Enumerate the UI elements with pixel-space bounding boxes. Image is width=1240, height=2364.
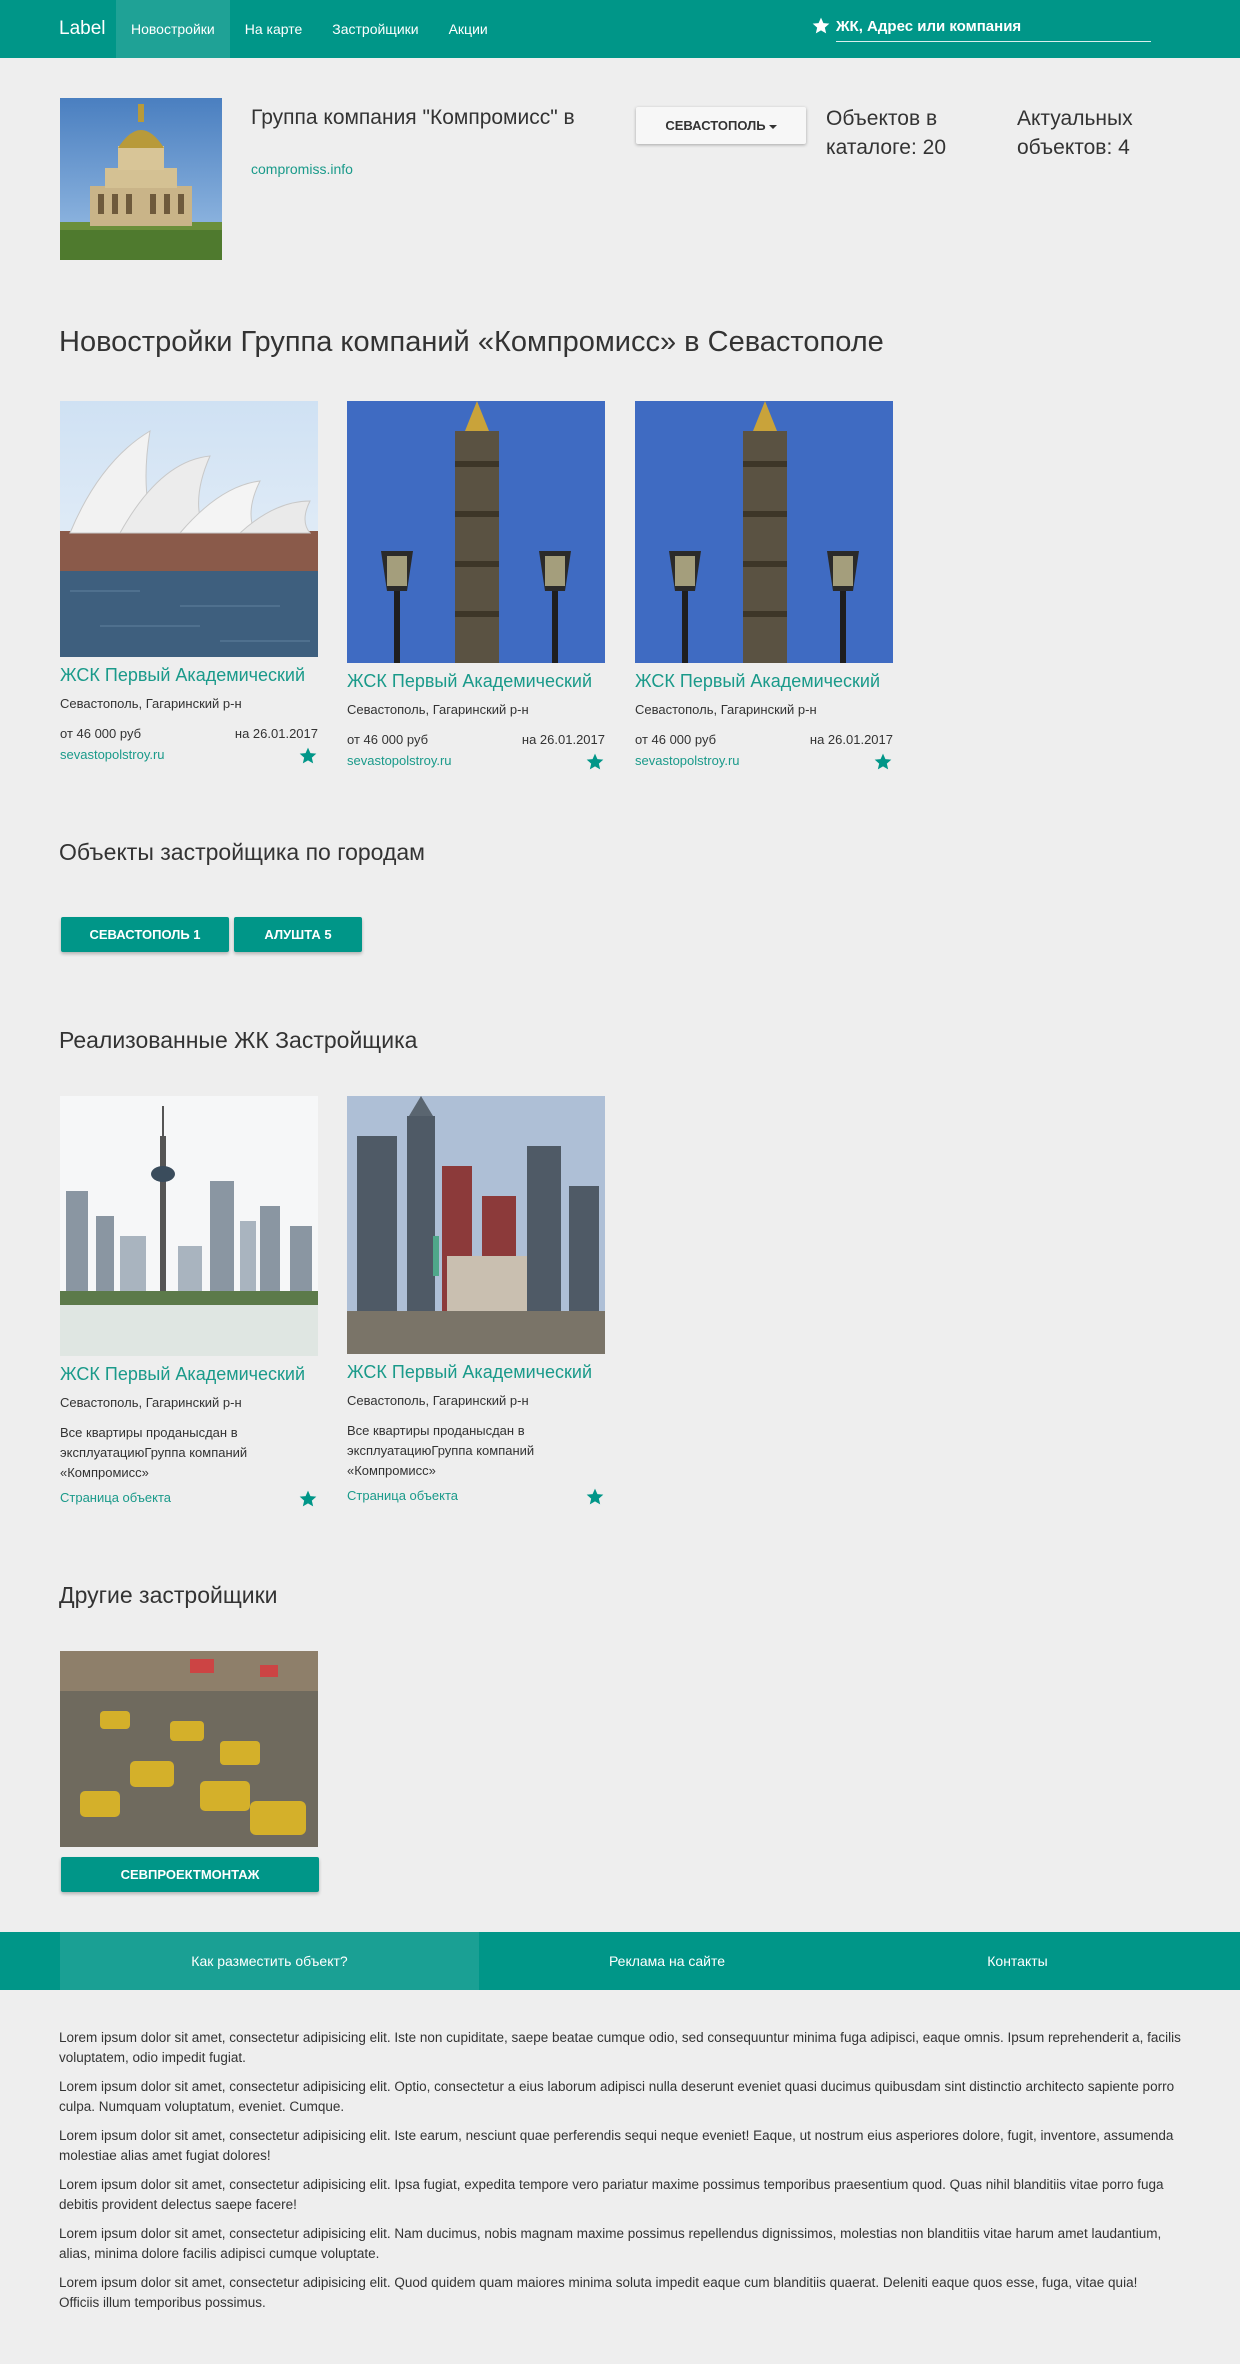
building-title-link[interactable]: ЖСК Первый Академический: [60, 663, 318, 687]
developer-site-link[interactable]: sevastopolstroy.ru: [347, 753, 452, 768]
price-row: от 46 000 руб на 26.01.2017: [635, 731, 893, 748]
price-date: на 26.01.2017: [521, 732, 605, 747]
city-filter-sevastopol-button[interactable]: СЕВАСТОПОЛЬ 1: [61, 917, 229, 952]
seo-paragraph: Lorem ipsum dolor sit amet, consectetur …: [59, 2177, 1164, 2212]
section-heading-other-developers: Другие застройщики: [59, 1582, 278, 1608]
developer-sevproektmontazh-button[interactable]: СЕВПРОЕКТМОНТАЖ: [61, 1857, 319, 1892]
price-row: от 46 000 руб на 26.01.2017: [347, 731, 605, 748]
nav-developers[interactable]: Застройщики: [317, 0, 433, 58]
actual-objects-line1: Актуальных: [1017, 107, 1133, 130]
seo-paragraph: Lorem ipsum dolor sit amet, consectetur …: [59, 2275, 1138, 2310]
building-title-link[interactable]: ЖСК Первый Академический: [347, 669, 605, 693]
building-price: от 46 000 руб: [347, 732, 429, 747]
footer-navbar: Как разместить объект? Реклама на сайте …: [0, 1932, 1240, 1990]
seo-paragraph: Lorem ipsum dolor sit amet, consectetur …: [59, 2079, 1175, 2114]
card-footer: Страница объекта: [60, 1489, 318, 1507]
footer-link-advertising[interactable]: Реклама на сайте: [479, 1932, 855, 1990]
nav-on-map[interactable]: На карте: [230, 0, 318, 58]
star-icon[interactable]: [298, 746, 318, 766]
building-description: Все квартиры проданысдан в эксплуатациюГ…: [60, 1425, 248, 1480]
price-row: от 46 000 руб на 26.01.2017: [60, 725, 318, 742]
building-address: Севастополь, Гагаринский р-н: [60, 696, 242, 711]
completed-card: ЖСК Первый Академический Севастополь, Га…: [347, 1096, 605, 1505]
actual-objects-line2: объектов: 4: [1017, 136, 1130, 159]
building-address: Севастополь, Гагаринский р-н: [347, 1393, 529, 1408]
seo-text-block: Lorem ipsum dolor sit amet, consectetur …: [59, 2028, 1181, 2322]
catalog-objects-stat: Объектов в каталоге: 20: [826, 104, 946, 162]
section-heading-completed: Реализованные ЖК Застройщика: [59, 1027, 418, 1053]
building-card: ЖСК Первый Академический Севастополь, Га…: [60, 401, 318, 764]
building-photo[interactable]: [60, 1096, 318, 1356]
building-title-link[interactable]: ЖСК Первый Академический: [635, 669, 893, 693]
seo-paragraph: Lorem ipsum dolor sit amet, consectetur …: [59, 2128, 1174, 2163]
seo-paragraph: Lorem ipsum dolor sit amet, consectetur …: [59, 2030, 1181, 2065]
building-address: Севастополь, Гагаринский р-н: [635, 702, 817, 717]
star-icon[interactable]: [811, 16, 831, 36]
building-price: от 46 000 руб: [60, 726, 142, 741]
object-page-link[interactable]: Страница объекта: [60, 1490, 171, 1505]
building-card: ЖСК Первый Академический Севастополь, Га…: [635, 401, 893, 770]
top-navbar: Label Новостройки На карте Застройщики А…: [0, 0, 1240, 58]
developer-site-link[interactable]: sevastopolstroy.ru: [60, 747, 165, 762]
completed-card: ЖСК Первый Академический Севастополь, Га…: [60, 1096, 318, 1507]
search-input[interactable]: ЖК, Адрес или компания: [836, 14, 1151, 42]
object-page-link[interactable]: Страница объекта: [347, 1488, 458, 1503]
company-name: Группа компания "Компромисс" в: [251, 106, 575, 129]
developer-photo[interactable]: [60, 1651, 318, 1847]
card-footer: sevastopolstroy.ru: [635, 752, 893, 770]
catalog-objects-line2: каталоге: 20: [826, 136, 947, 159]
building-card: ЖСК Первый Академический Севастополь, Га…: [347, 401, 605, 770]
city-filter-alushta-button[interactable]: АЛУШТА 5: [234, 917, 362, 952]
card-footer: sevastopolstroy.ru: [60, 746, 318, 764]
building-photo[interactable]: [347, 401, 605, 663]
brand-logo[interactable]: Label: [59, 18, 106, 40]
footer-link-how-to-place[interactable]: Как разместить объект?: [60, 1932, 479, 1990]
footer-link-contacts[interactable]: Контакты: [855, 1932, 1180, 1990]
nav-new-buildings[interactable]: Новостройки: [116, 0, 230, 58]
building-photo[interactable]: [635, 401, 893, 663]
card-footer: sevastopolstroy.ru: [347, 752, 605, 770]
price-date: на 26.01.2017: [809, 732, 893, 747]
company-website-link[interactable]: compromiss.info: [251, 161, 353, 177]
card-footer: Страница объекта: [347, 1487, 605, 1505]
building-title-link[interactable]: ЖСК Первый Академический: [347, 1360, 605, 1384]
building-address: Севастополь, Гагаринский р-н: [347, 702, 529, 717]
star-icon[interactable]: [298, 1489, 318, 1509]
catalog-objects-line1: Объектов в: [826, 107, 938, 130]
company-photo: [60, 98, 222, 260]
building-title-link[interactable]: ЖСК Первый Академический: [60, 1362, 318, 1386]
star-icon[interactable]: [585, 752, 605, 772]
city-dropdown-button[interactable]: СЕВАСТОПОЛЬ: [636, 107, 806, 144]
city-dropdown-label: СЕВАСТОПОЛЬ: [665, 118, 766, 133]
developer-site-link[interactable]: sevastopolstroy.ru: [635, 753, 740, 768]
price-date: на 26.01.2017: [234, 726, 318, 741]
star-icon[interactable]: [585, 1487, 605, 1507]
star-icon[interactable]: [873, 752, 893, 772]
building-price: от 46 000 руб: [635, 732, 717, 747]
building-photo[interactable]: [60, 401, 318, 657]
section-heading-new-buildings: Новостройки Группа компаний «Компромисс»…: [59, 326, 884, 358]
building-address: Севастополь, Гагаринский р-н: [60, 1395, 242, 1410]
nav-promotions[interactable]: Акции: [434, 0, 503, 58]
main-nav: Новостройки На карте Застройщики Акции: [116, 0, 503, 58]
building-photo[interactable]: [347, 1096, 605, 1354]
seo-paragraph: Lorem ipsum dolor sit amet, consectetur …: [59, 2226, 1162, 2261]
actual-objects-stat: Актуальных объектов: 4: [1017, 104, 1133, 162]
chevron-down-icon: [768, 124, 777, 129]
section-heading-by-city: Объекты застройщика по городам: [59, 839, 425, 865]
search-box: ЖК, Адрес или компания: [811, 14, 1151, 42]
building-description: Все квартиры проданысдан в эксплуатациюГ…: [347, 1423, 535, 1478]
